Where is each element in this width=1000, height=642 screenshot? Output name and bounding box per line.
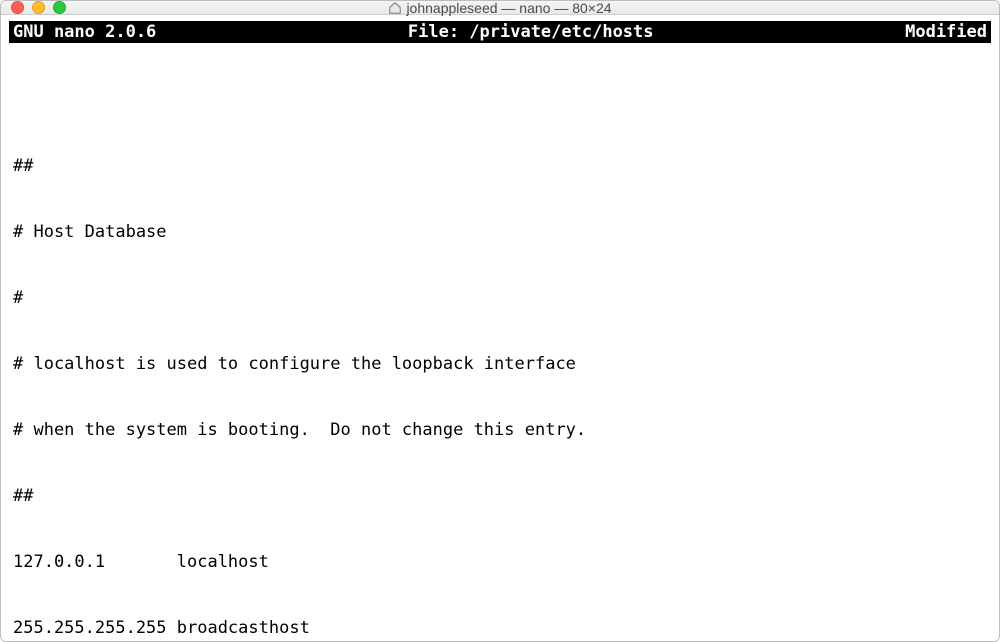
close-window-button[interactable]: [11, 1, 24, 14]
file-line: # localhost is used to configure the loo…: [13, 353, 987, 375]
file-line: ##: [13, 485, 987, 507]
terminal-content[interactable]: GNU nano 2.0.6 File: /private/etc/hosts …: [1, 15, 999, 642]
minimize-window-button[interactable]: [32, 1, 45, 14]
terminal-window: johnappleseed — nano — 80×24 GNU nano 2.…: [0, 0, 1000, 642]
window-title: johnappleseed — nano — 80×24: [1, 0, 999, 16]
file-line: #: [13, 287, 987, 309]
home-icon: [388, 1, 402, 15]
window-titlebar: johnappleseed — nano — 80×24: [1, 1, 999, 15]
blank-line: [13, 89, 987, 111]
traffic-lights: [11, 1, 66, 14]
file-line: # when the system is booting. Do not cha…: [13, 419, 987, 441]
window-title-text: johnappleseed — nano — 80×24: [406, 0, 611, 16]
nano-version: GNU nano 2.0.6: [13, 21, 156, 43]
file-line: 127.0.0.1 localhost: [13, 551, 987, 573]
file-line: # Host Database: [13, 221, 987, 243]
file-line: ##: [13, 155, 987, 177]
nano-modified-status: Modified: [905, 21, 987, 43]
file-line: 255.255.255.255 broadcasthost: [13, 617, 987, 639]
nano-header-bar: GNU nano 2.0.6 File: /private/etc/hosts …: [9, 21, 991, 43]
nano-file-name: File: /private/etc/hosts: [156, 21, 905, 43]
editor-body[interactable]: ## # Host Database # # localhost is used…: [9, 43, 991, 642]
zoom-window-button[interactable]: [53, 1, 66, 14]
